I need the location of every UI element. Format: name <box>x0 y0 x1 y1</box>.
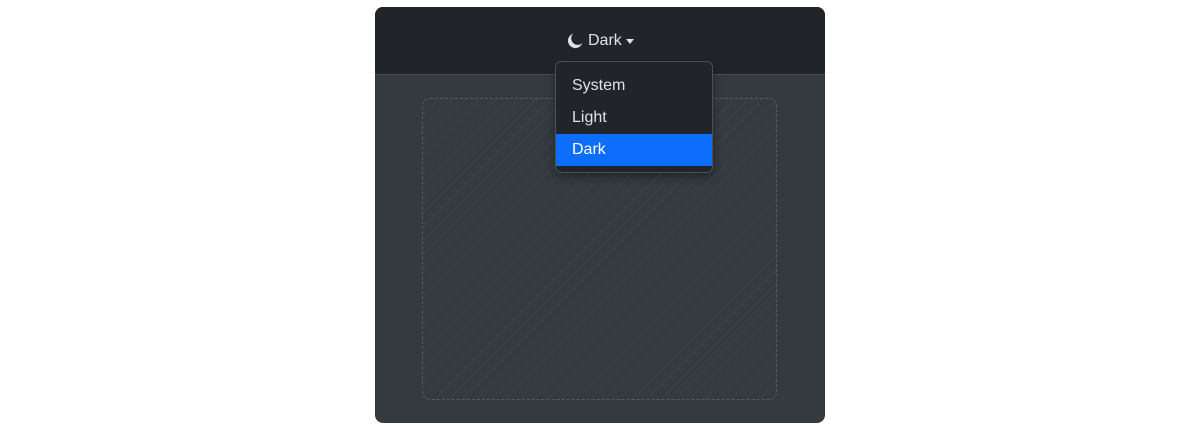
app-window: Dark System Light Dark <box>375 7 825 423</box>
theme-dropdown-menu: System Light Dark <box>555 61 713 173</box>
caret-down-icon <box>625 39 634 44</box>
theme-toggle-label: Dark <box>588 32 622 49</box>
moon-icon <box>566 32 584 50</box>
theme-toggle-button[interactable]: Dark <box>566 30 634 52</box>
theme-option-system[interactable]: System <box>556 70 712 102</box>
theme-option-dark[interactable]: Dark <box>556 134 712 166</box>
theme-option-light[interactable]: Light <box>556 102 712 134</box>
